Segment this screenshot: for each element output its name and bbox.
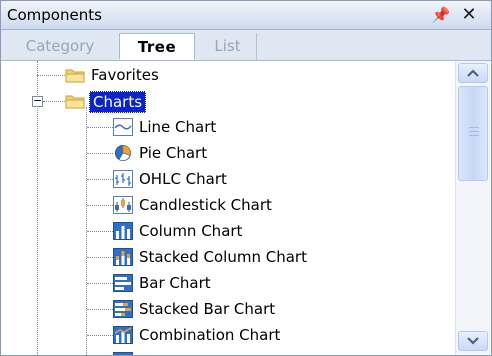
vertical-scrollbar[interactable] [455, 61, 490, 355]
chevron-down-icon [467, 337, 479, 345]
pie-chart-icon [115, 145, 131, 161]
chart-icon [113, 352, 133, 355]
candlestick-chart-icon [113, 196, 133, 214]
tree-item-charts[interactable]: − Charts [27, 89, 447, 113]
panel-title: Components [7, 6, 102, 24]
tree-item-bar-chart[interactable]: Bar Chart [27, 271, 447, 295]
tree-item-column-chart[interactable]: Column Chart [27, 219, 447, 243]
scroll-thumb[interactable] [458, 86, 488, 181]
tree-item-label: Stacked Bar Chart [139, 300, 276, 318]
bar-chart-icon [113, 274, 133, 292]
tree-item-partial[interactable] [27, 349, 447, 355]
panel-title-bar: Components 📌 ✕ [1, 1, 491, 30]
tab-tree[interactable]: Tree [119, 33, 195, 60]
tree-item-label: Charts [89, 91, 147, 113]
column-chart-icon [113, 222, 133, 240]
tree-item-label: Pie Chart [139, 144, 208, 162]
tree-item-combination-chart[interactable]: Combination Chart [27, 323, 447, 347]
close-icon[interactable]: ✕ [458, 4, 480, 26]
stacked-bar-chart-icon [113, 300, 133, 318]
tree-item-label: OHLC Chart [139, 170, 227, 188]
stacked-column-chart-icon [113, 248, 133, 266]
scroll-up-button[interactable] [458, 63, 488, 83]
tree-item-ohlc-chart[interactable]: OHLC Chart [27, 167, 447, 191]
tree-item-candlestick-chart[interactable]: Candlestick Chart [27, 193, 447, 217]
tree-item-label: Candlestick Chart [139, 196, 272, 214]
scroll-down-button[interactable] [458, 331, 488, 351]
tree-item-stacked-column-chart[interactable]: Stacked Column Chart [27, 245, 447, 269]
tree-item-label: Bar Chart [139, 274, 211, 292]
tab-category[interactable]: Category [5, 33, 115, 60]
folder-icon [65, 69, 85, 83]
tree-item-label: Column Chart [139, 222, 243, 240]
tree-item-label: Line Chart [139, 118, 217, 136]
chevron-up-icon [467, 69, 479, 77]
folder-icon [65, 95, 85, 109]
tab-list[interactable]: List [199, 33, 257, 60]
tree-item-label: Stacked Column Chart [139, 248, 307, 266]
tab-bar: Category Tree List [1, 30, 491, 61]
combination-chart-icon [113, 326, 133, 344]
tree-item-favorites[interactable]: Favorites [27, 63, 447, 87]
tree-item-label: Favorites [91, 66, 159, 84]
tree-item-line-chart[interactable]: Line Chart [27, 115, 447, 139]
tree-item-label: Combination Chart [139, 326, 281, 344]
pushpin-icon[interactable]: 📌 [431, 5, 451, 25]
component-tree: Favorites − Charts Line Chart Pie Chart … [27, 61, 455, 355]
line-chart-icon [113, 118, 133, 136]
ohlc-chart-icon [113, 170, 133, 188]
collapse-icon[interactable]: − [32, 95, 43, 107]
tree-item-pie-chart[interactable]: Pie Chart [27, 141, 447, 165]
tree-item-stacked-bar-chart[interactable]: Stacked Bar Chart [27, 297, 447, 321]
components-panel: Components 📌 ✕ Category Tree List Favori… [0, 0, 492, 356]
